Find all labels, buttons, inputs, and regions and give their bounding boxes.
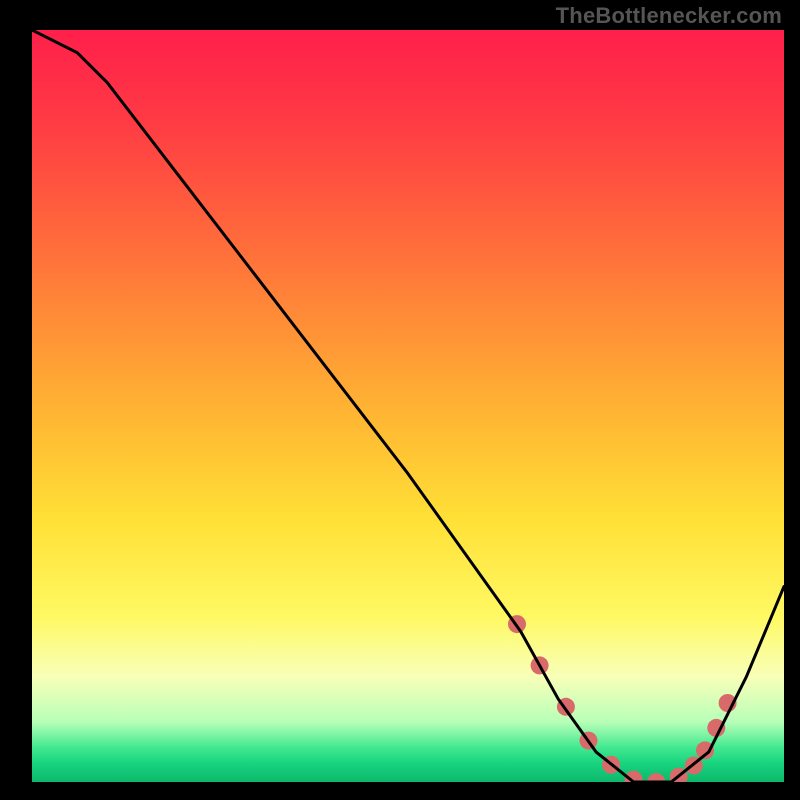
attribution-label: TheBottlenecker.com [556,3,782,29]
plot-inner [32,30,784,782]
plot-area [32,30,784,782]
chart-background [32,30,784,782]
chart-frame: TheBottlenecker.com [0,0,800,800]
chart-svg [32,30,784,782]
